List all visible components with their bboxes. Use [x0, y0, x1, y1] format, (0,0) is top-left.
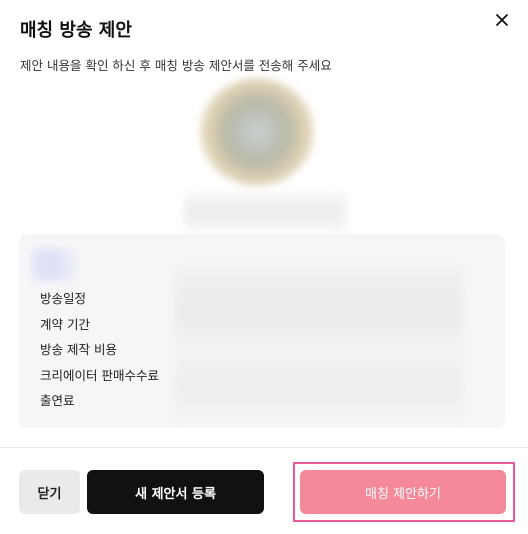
avatar — [200, 78, 314, 186]
info-values-blurred — [175, 268, 463, 418]
info-label-production-cost: 방송 제작 비용 — [40, 342, 117, 357]
footer-divider — [0, 447, 528, 448]
proposal-info-card: 방송일정 계약 기간 방송 제작 비용 크리에이터 판매수수료 출연료 — [19, 234, 505, 428]
matching-proposal-modal: 매칭 방송 제안 제안 내용을 확인 하신 후 매칭 방송 제안서를 전송해 주… — [0, 0, 528, 534]
info-label-contract-period: 계약 기간 — [40, 316, 90, 332]
info-badge-blurred — [31, 248, 77, 282]
new-proposal-button[interactable]: 새 제안서 등록 — [87, 470, 264, 514]
info-labels: 방송일정 계약 기간 방송 제작 비용 크리에이터 판매수수료 출연료 — [40, 289, 159, 417]
info-label-broadcast-schedule: 방송일정 — [40, 291, 87, 306]
creator-name-blurred — [184, 194, 346, 230]
creator-profile — [176, 78, 354, 240]
match-proposal-button[interactable]: 매칭 제안하기 — [300, 470, 506, 514]
close-icon[interactable] — [492, 10, 512, 30]
modal-title: 매칭 방송 제안 — [20, 20, 132, 41]
info-label-appearance-fee: 출연료 — [40, 393, 75, 408]
modal-subtitle: 제안 내용을 확인 하신 후 매칭 방송 제안서를 전송해 주세요 — [20, 58, 332, 73]
close-button[interactable]: 닫기 — [19, 470, 80, 514]
info-label-creator-commission: 크리에이터 판매수수료 — [40, 367, 159, 383]
